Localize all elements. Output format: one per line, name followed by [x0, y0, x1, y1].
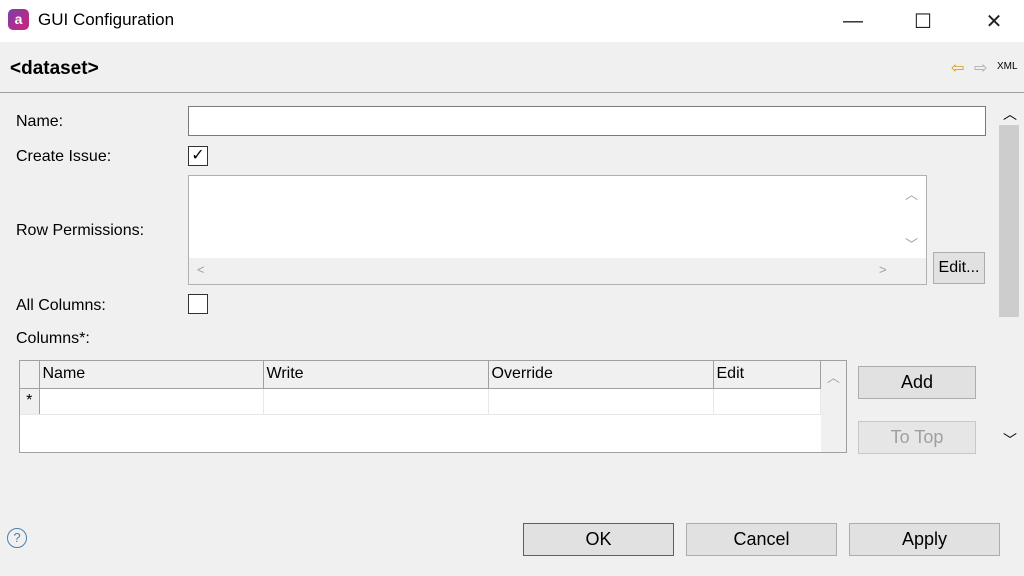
all-columns-label: All Columns:: [16, 297, 106, 314]
row-header-corner: [20, 361, 40, 389]
window-title: GUI Configuration: [38, 10, 175, 29]
minimize-button[interactable]: —: [830, 0, 876, 42]
close-button[interactable]: ✕: [971, 0, 1017, 42]
column-header-edit[interactable]: Edit: [713, 361, 821, 389]
maximize-button[interactable]: ☐: [900, 0, 946, 42]
page-title: <dataset>: [10, 58, 99, 79]
table-header: Name Write Override Edit: [20, 361, 821, 389]
name-label: Name:: [16, 113, 64, 130]
row-permissions-label: Row Permissions:: [16, 222, 145, 239]
edit-permissions-button[interactable]: Edit...: [933, 252, 985, 284]
new-row-marker: *: [20, 388, 40, 415]
add-button[interactable]: Add: [858, 366, 976, 399]
columns-label: Columns*:: [16, 330, 90, 347]
scroll-up-icon[interactable]: ︿: [1003, 104, 1017, 124]
cancel-button[interactable]: Cancel: [686, 523, 837, 556]
horizontal-scrollbar[interactable]: < >: [189, 258, 926, 284]
help-icon[interactable]: ?: [7, 528, 27, 548]
all-columns-checkbox[interactable]: [188, 294, 208, 314]
column-header-write[interactable]: Write: [263, 361, 489, 389]
scroll-left-icon[interactable]: <: [197, 262, 205, 277]
arrow-right-icon[interactable]: ⇨: [974, 58, 987, 78]
table-row[interactable]: *: [20, 388, 821, 415]
scroll-down-icon[interactable]: ﹀: [1003, 430, 1017, 450]
scroll-right-icon[interactable]: >: [879, 262, 887, 277]
table-cell[interactable]: [713, 388, 821, 415]
name-input[interactable]: [188, 106, 986, 136]
main-scrollbar[interactable]: ︿ ﹀: [998, 100, 1020, 453]
create-issue-label: Create Issue:: [16, 148, 112, 165]
scroll-up-icon[interactable]: ︿: [827, 367, 840, 386]
row-permissions-textarea[interactable]: ︿ ﹀ < >: [188, 175, 927, 285]
arrow-left-icon[interactable]: ⇦: [951, 58, 964, 78]
scroll-up-icon[interactable]: ︿: [905, 184, 918, 203]
create-issue-checkbox[interactable]: ✓: [188, 146, 208, 166]
table-cell[interactable]: [263, 388, 489, 415]
ok-button[interactable]: OK: [523, 523, 674, 556]
column-header-override[interactable]: Override: [488, 361, 714, 389]
apply-button[interactable]: Apply: [849, 523, 1000, 556]
to-top-button[interactable]: To Top: [858, 421, 976, 454]
columns-table[interactable]: Name Write Override Edit * ︿: [19, 360, 847, 453]
scroll-down-icon[interactable]: ﹀: [905, 234, 918, 253]
scrollbar-thumb[interactable]: [999, 125, 1019, 317]
app-logo-icon: a: [8, 9, 29, 30]
table-scrollbar[interactable]: ︿: [821, 361, 846, 452]
column-header-name[interactable]: Name: [39, 361, 264, 389]
header-divider: [0, 92, 1024, 93]
table-cell[interactable]: [488, 388, 714, 415]
table-cell[interactable]: [39, 388, 264, 415]
xml-button[interactable]: XML: [997, 61, 1018, 72]
